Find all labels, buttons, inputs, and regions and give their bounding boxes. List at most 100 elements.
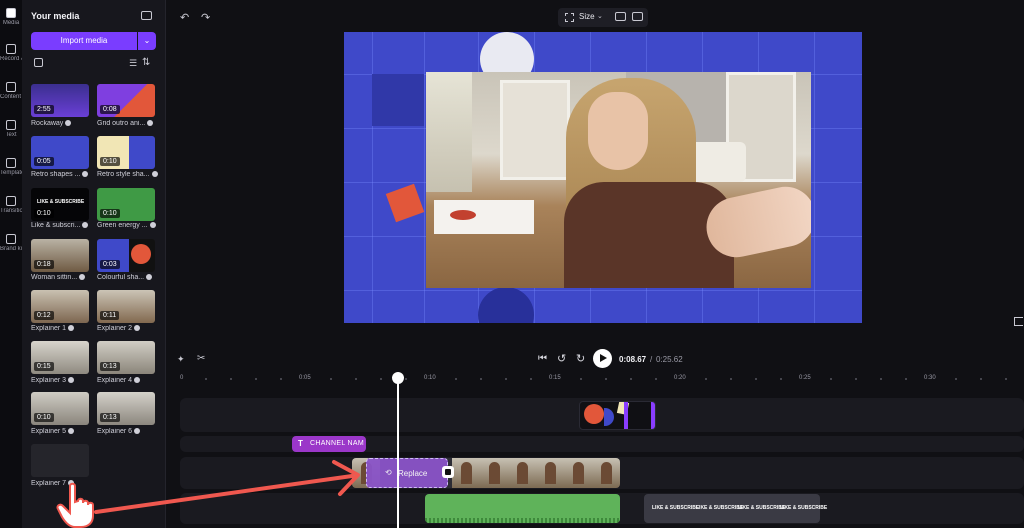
ruler-tick-dot <box>755 378 757 380</box>
media-item-label: Explainer 6 <box>97 428 163 435</box>
check-icon <box>147 120 154 127</box>
ruler-tick-dot <box>730 378 732 380</box>
media-icon <box>6 8 16 18</box>
dark-square-shape <box>372 74 424 126</box>
chevron-down-icon[interactable]: ⌄ <box>597 12 603 20</box>
media-thumb-green-energy[interactable]: 0:10 <box>97 188 155 221</box>
video-frame-thumb <box>480 458 508 488</box>
grid-line <box>424 32 425 323</box>
shapes-clip[interactable] <box>579 401 656 430</box>
audio-waveform <box>425 518 620 523</box>
rail-item-media[interactable]: Media <box>0 8 22 44</box>
check-icon <box>134 377 141 384</box>
media-thumb-woman-sitting[interactable]: 0:18 <box>31 239 89 272</box>
rail-item-record[interactable]: Record & create <box>0 44 22 80</box>
ruler-tick-dot <box>780 378 782 380</box>
ruler-tick-dot <box>830 378 832 380</box>
fit-icon[interactable] <box>615 12 626 21</box>
media-thumb-explainer-2[interactable]: 0:11 <box>97 290 155 323</box>
fullscreen-icon[interactable] <box>1014 317 1023 326</box>
check-icon <box>149 222 156 229</box>
select-all-checkbox[interactable] <box>34 58 43 67</box>
ruler-tick-dot <box>355 378 357 380</box>
ruler-tick-dot <box>605 378 607 380</box>
check-icon <box>146 274 153 281</box>
skip-back-icon[interactable]: ⏮ <box>538 353 547 364</box>
rewind-5s-icon[interactable]: ↺ <box>557 352 566 365</box>
rail-item-templates[interactable]: Templates <box>0 158 22 194</box>
media-thumb-explainer-7[interactable] <box>31 444 89 477</box>
size-button[interactable]: Size <box>579 12 595 21</box>
duration-badge: 0:10 <box>100 157 120 166</box>
filter-icon[interactable]: ☰ <box>129 58 137 69</box>
ruler-tick-dot <box>580 378 582 380</box>
orange-square-shape <box>385 183 425 223</box>
check-icon <box>82 171 89 178</box>
media-thumb-explainer-6[interactable]: 0:13 <box>97 392 155 425</box>
check-icon <box>151 171 158 178</box>
media-thumb-like-subscribe[interactable]: LIKE & SUBSCRIBE 0:10 <box>31 188 89 221</box>
replace-label: Replace <box>398 469 428 478</box>
media-item-label: Explainer 5 <box>31 428 97 435</box>
ruler-tick-dot <box>205 378 207 380</box>
rail-item-brand-kit[interactable]: Brand kit <box>0 234 22 270</box>
media-thumb-explainer-3[interactable]: 0:15 <box>31 341 89 374</box>
import-media-button[interactable]: Import media <box>31 32 137 50</box>
background-icon[interactable] <box>632 12 643 21</box>
ruler-tick-label: 0:30 <box>924 375 936 381</box>
playhead[interactable] <box>397 378 399 528</box>
resize-frame-icon <box>565 13 574 22</box>
import-dropdown-button[interactable]: ⌄ <box>138 32 156 50</box>
media-item-label: Explainer 3 <box>31 377 97 384</box>
ruler-tick-dot <box>880 378 882 380</box>
media-thumb-retro-shapes[interactable]: 0:05 <box>31 136 89 169</box>
window-area <box>426 72 472 192</box>
subscribe-frame-label: LIKE & SUBSCRIBE <box>780 505 828 511</box>
media-thumb-colourful-shapes[interactable]: 0:03 <box>97 239 155 272</box>
rail-item-content-library[interactable]: Content library <box>0 82 22 118</box>
like-subscribe-clip[interactable]: LIKE & SUBSCRIBE LIKE & SUBSCRIBE LIKE &… <box>644 494 827 523</box>
check-icon <box>68 428 75 435</box>
ruler-tick-dot <box>230 378 232 380</box>
ruler-tick-label: 0:25 <box>799 375 811 381</box>
playhead-handle[interactable] <box>392 372 404 384</box>
forward-5s-icon[interactable]: ↻ <box>576 352 585 365</box>
audio-clip[interactable] <box>425 494 620 523</box>
media-thumb-explainer-4[interactable]: 0:13 <box>97 341 155 374</box>
media-thumb-retro-style[interactable]: 0:10 <box>97 136 155 169</box>
rail-item-transitions[interactable]: Transitions <box>0 196 22 232</box>
text-clip-label: CHANNEL NAM <box>310 440 364 447</box>
media-item-label: Woman sittin... <box>31 274 97 281</box>
collapse-panel-icon[interactable] <box>141 11 152 20</box>
orange-circle-shape <box>584 404 604 424</box>
sort-icon[interactable]: ⇅ <box>142 57 150 68</box>
media-item-label: Colourful sha... <box>97 274 163 281</box>
media-thumb-explainer-1[interactable]: 0:12 <box>31 290 89 323</box>
ruler-tick-dot <box>705 378 707 380</box>
undo-icon[interactable]: ↶ <box>180 11 189 24</box>
text-icon: T <box>298 439 303 448</box>
split-scissors-icon[interactable]: ✂ <box>197 353 205 364</box>
video-preview[interactable] <box>344 32 862 323</box>
redo-icon[interactable]: ↷ <box>201 11 210 24</box>
templates-icon <box>6 158 16 168</box>
media-thumb-explainer-5[interactable]: 0:10 <box>31 392 89 425</box>
ruler-tick-dot <box>280 378 282 380</box>
ruler-tick-label: 0:15 <box>549 375 561 381</box>
media-thumb-rockaway[interactable]: 2:55 <box>31 84 89 117</box>
clip-handle <box>624 402 628 429</box>
check-icon <box>82 222 89 229</box>
library-icon <box>6 82 16 92</box>
play-button[interactable] <box>593 349 612 368</box>
duration-badge: 0:03 <box>100 260 120 269</box>
channel-name-text-clip[interactable]: T CHANNEL NAM <box>292 436 366 452</box>
magic-tools-icon[interactable]: ✦ <box>177 354 185 365</box>
check-icon <box>68 377 75 384</box>
replace-drop-target[interactable]: ⟲ Replace <box>366 458 448 488</box>
media-thumb-grid-outro[interactable]: 0:08 <box>97 84 155 117</box>
ruler-tick-label: 0:05 <box>299 375 311 381</box>
rail-item-label: Text <box>5 132 17 138</box>
swap-handle-icon[interactable] <box>442 466 454 478</box>
ruler-tick-dot <box>1005 378 1007 380</box>
rail-item-text[interactable]: Text <box>0 120 22 156</box>
